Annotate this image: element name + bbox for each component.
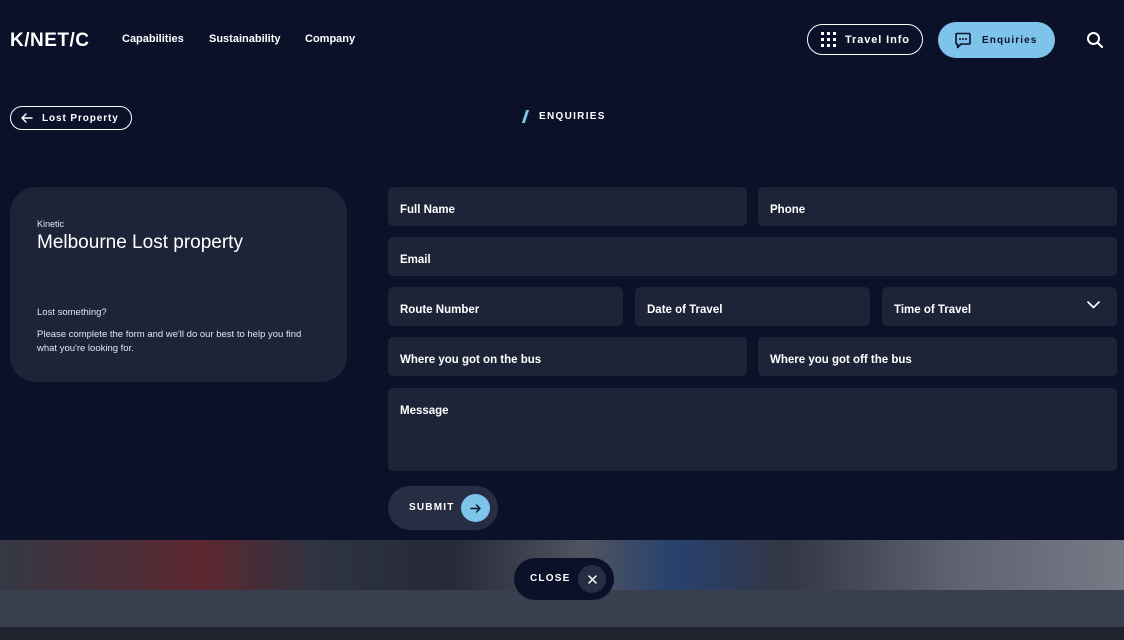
lost-property-info-card: Kinetic Melbourne Lost property Lost som…	[10, 187, 347, 382]
full-name-label: Full Name	[400, 204, 455, 216]
submit-button[interactable]: SUBMIT	[388, 486, 498, 530]
close-icon	[578, 565, 606, 593]
top-nav: K/NET/C Capabilities Sustainability Comp…	[0, 0, 1124, 80]
submit-label: SUBMIT	[409, 502, 455, 513]
got-off-label: Where you got off the bus	[770, 354, 912, 366]
card-eyebrow: Kinetic	[37, 219, 65, 229]
kinetic-logo[interactable]: K/NET/C	[10, 30, 90, 52]
bottom-strip	[0, 627, 1124, 640]
card-description: Please complete the form and we'll do ou…	[37, 329, 302, 354]
enquiries-label: Enquiries	[982, 34, 1038, 46]
full-name-field[interactable]: Full Name	[388, 187, 747, 226]
arrow-right-icon	[461, 494, 490, 522]
nav-capabilities[interactable]: Capabilities	[122, 33, 184, 45]
breadcrumb-current: ENQUIRIES	[539, 111, 606, 122]
date-of-travel-field[interactable]: Date of Travel	[635, 287, 870, 326]
slash-divider	[521, 110, 530, 123]
search-icon[interactable]	[1086, 31, 1104, 49]
card-subtitle: Lost something?	[37, 307, 107, 318]
phone-label: Phone	[770, 204, 806, 216]
nav-company[interactable]: Company	[305, 33, 355, 45]
chat-bubble-icon	[955, 32, 971, 48]
time-of-travel-label: Time of Travel	[894, 304, 972, 316]
breadcrumb: ENQUIRIES	[521, 110, 606, 123]
travel-info-button[interactable]: Travel Info	[807, 24, 923, 55]
enquiries-button[interactable]: Enquiries	[938, 22, 1055, 58]
back-label: Lost Property	[42, 112, 119, 124]
chevron-down-icon	[1087, 301, 1100, 309]
time-of-travel-select[interactable]: Time of Travel	[882, 287, 1117, 326]
phone-field[interactable]: Phone	[758, 187, 1117, 226]
grid-icon	[821, 32, 836, 47]
route-number-label: Route Number	[400, 304, 480, 316]
message-label: Message	[400, 405, 449, 417]
date-of-travel-label: Date of Travel	[647, 304, 723, 316]
close-button[interactable]: CLOSE	[514, 558, 614, 600]
back-to-lost-property-button[interactable]: Lost Property	[10, 106, 132, 130]
got-on-field[interactable]: Where you got on the bus	[388, 337, 747, 376]
got-off-field[interactable]: Where you got off the bus	[758, 337, 1117, 376]
travel-info-label: Travel Info	[845, 33, 910, 46]
email-label: Email	[400, 254, 431, 266]
card-title: Melbourne Lost property	[37, 232, 243, 253]
close-label: CLOSE	[530, 573, 571, 584]
nav-sustainability[interactable]: Sustainability	[209, 33, 281, 45]
route-number-field[interactable]: Route Number	[388, 287, 623, 326]
email-field[interactable]: Email	[388, 237, 1117, 276]
arrow-left-icon	[21, 113, 33, 123]
message-textarea[interactable]: Message	[388, 388, 1117, 471]
got-on-label: Where you got on the bus	[400, 354, 542, 366]
